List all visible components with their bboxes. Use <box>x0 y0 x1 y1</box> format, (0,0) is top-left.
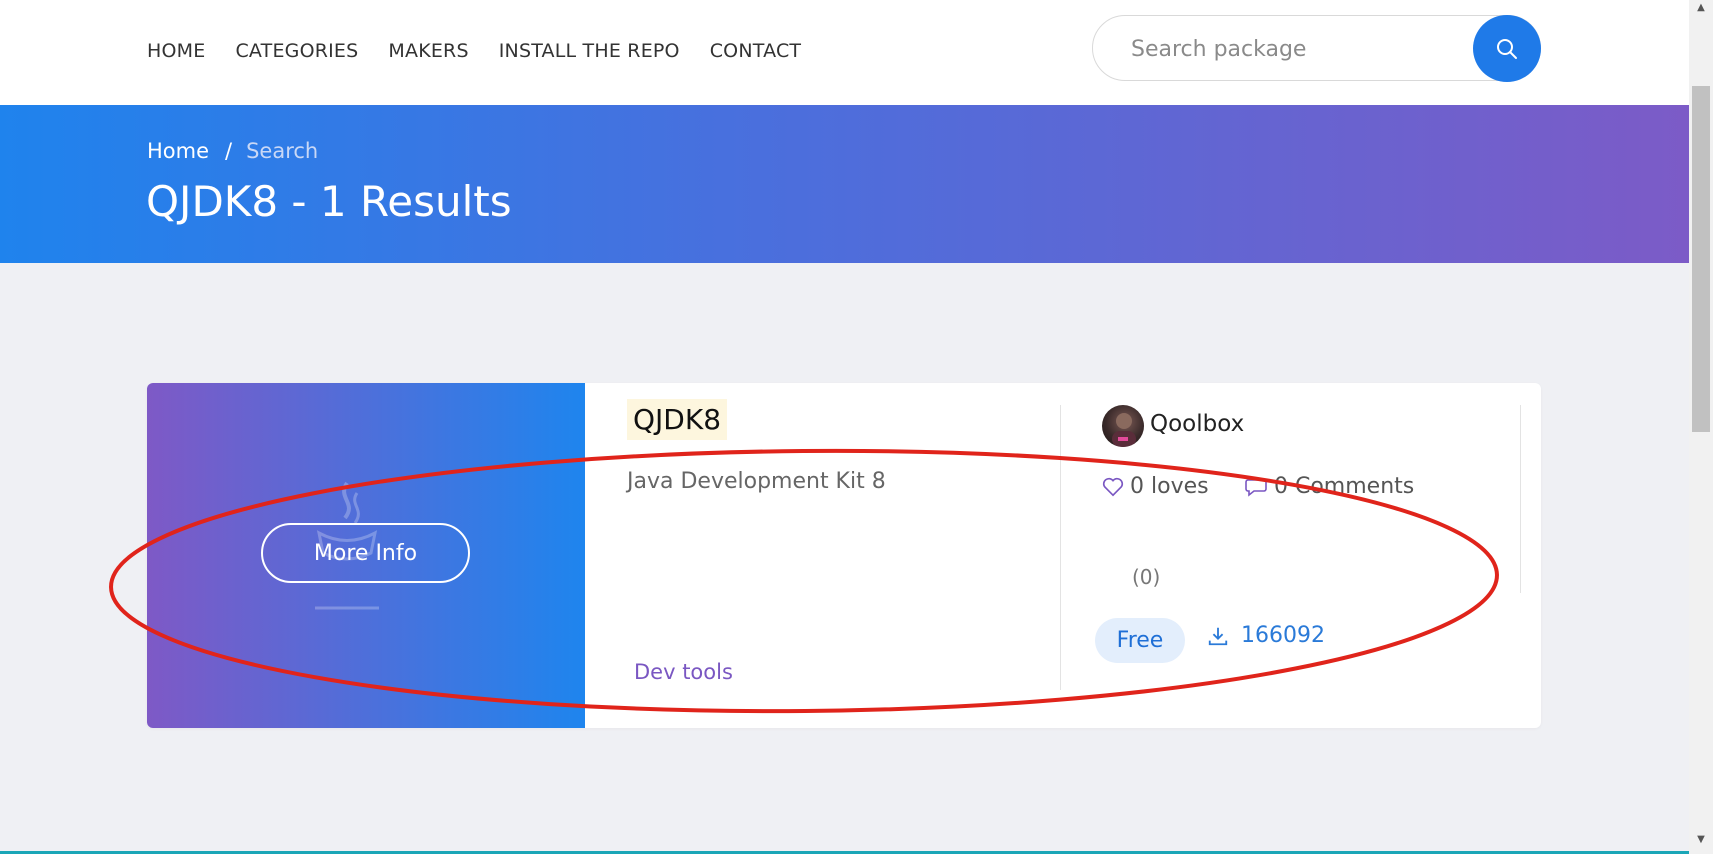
loves-label: 0 loves <box>1130 474 1209 499</box>
nav-home[interactable]: HOME <box>147 40 205 62</box>
scroll-down-arrow-icon[interactable]: ▼ <box>1693 834 1709 848</box>
package-name[interactable]: QJDK8 <box>627 399 728 440</box>
loves-count[interactable]: 0 loves <box>1102 474 1209 499</box>
comment-icon <box>1245 478 1267 497</box>
more-info-button[interactable]: More Info <box>261 523 470 583</box>
download-icon <box>1208 627 1228 645</box>
breadcrumb: Home / Search <box>147 139 318 163</box>
package-description: Java Development Kit 8 <box>627 469 886 494</box>
page-banner: Home / Search QJDK8 - 1 Results <box>0 105 1689 263</box>
search-icon <box>1497 38 1517 59</box>
comments-label: 0 Comments <box>1274 474 1415 499</box>
rating-count: (0) <box>1132 565 1161 589</box>
main-nav: HOME CATEGORIES MAKERS INSTALL THE REPO … <box>147 40 831 62</box>
maker-avatar[interactable] <box>1102 405 1144 447</box>
avatar-image <box>1112 413 1136 447</box>
divider <box>1520 405 1521 593</box>
package-card: More Info QJDK8 Java Development Kit 8 D… <box>147 383 1541 728</box>
site-header: HOME CATEGORIES MAKERS INSTALL THE REPO … <box>0 0 1689 105</box>
comments-count[interactable]: 0 Comments <box>1244 474 1414 499</box>
page-title: QJDK8 - 1 Results <box>146 177 512 226</box>
nav-contact[interactable]: CONTACT <box>710 40 802 62</box>
breadcrumb-separator: / <box>225 139 233 163</box>
nav-categories[interactable]: CATEGORIES <box>235 40 358 62</box>
nav-makers[interactable]: MAKERS <box>388 40 468 62</box>
downloads-label: 166092 <box>1241 623 1325 648</box>
download-count: 166092 <box>1207 623 1325 648</box>
nav-install-repo[interactable]: INSTALL THE REPO <box>499 40 680 62</box>
scroll-up-arrow-icon[interactable]: ▲ <box>1693 2 1709 16</box>
divider <box>1060 405 1061 690</box>
maker-name-link[interactable]: Qoolbox <box>1150 411 1244 437</box>
search-input[interactable] <box>1129 35 1453 63</box>
scrollbar-thumb[interactable] <box>1692 86 1710 432</box>
price-badge: Free <box>1095 618 1185 663</box>
breadcrumb-current: Search <box>246 139 319 163</box>
breadcrumb-home[interactable]: Home <box>147 139 209 163</box>
package-category-link[interactable]: Dev tools <box>634 660 733 684</box>
package-image: More Info <box>147 383 585 728</box>
search-button[interactable] <box>1473 15 1541 82</box>
heart-icon <box>1102 477 1124 496</box>
